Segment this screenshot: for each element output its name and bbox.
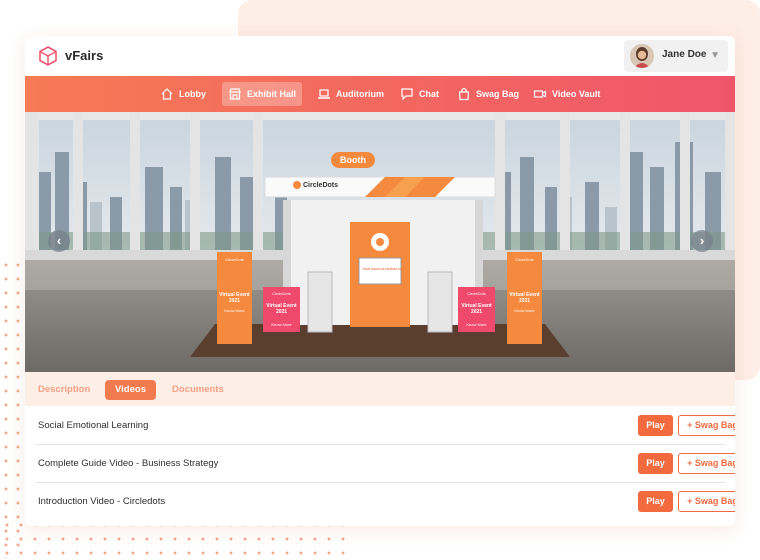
chevron-down-icon: ▼ (710, 50, 720, 61)
tab-videos[interactable]: Videos (105, 380, 156, 400)
home-icon (161, 88, 173, 100)
nav-label: Swag Bag (476, 89, 520, 99)
nav-chat[interactable]: Chat (400, 82, 439, 106)
add-to-swag-bag-button[interactable]: + Swag Bag (678, 491, 735, 512)
carousel-prev-arrow-icon[interactable]: ‹ (48, 230, 70, 252)
video-row: Social Emotional Learning Play + Swag Ba… (36, 407, 735, 445)
nav-exhibit-hall[interactable]: Exhibit Hall (222, 82, 303, 106)
banner-cta: Know More (466, 322, 487, 327)
add-to-swag-bag-button[interactable]: + Swag Bag (678, 415, 735, 436)
play-button[interactable]: Play (638, 491, 673, 512)
brand-name: vFairs (65, 48, 104, 63)
video-title: Social Emotional Learning (38, 420, 149, 431)
carousel-next-arrow-icon[interactable]: › (691, 230, 713, 252)
banner-title: Virtual Event 2021 (461, 303, 492, 315)
exhibit-hall-scene: Booth CircleDots Visit www.circledots.io… (25, 112, 735, 372)
banner-cta: Know More (224, 308, 245, 313)
avatar (630, 44, 654, 68)
booth-sign: Booth (331, 152, 375, 168)
nav-label: Chat (419, 89, 439, 99)
nav-label: Exhibit Hall (247, 89, 297, 99)
nav-label: Lobby (179, 89, 206, 99)
nav-label: Video Vault (552, 89, 601, 99)
video-icon (533, 90, 547, 98)
nav-label: Auditorium (336, 89, 384, 99)
banner-cta: Know More (514, 308, 535, 313)
add-to-swag-bag-button[interactable]: + Swag Bag (678, 453, 735, 474)
video-row: Complete Guide Video - Business Strategy… (36, 445, 735, 483)
banner-title: Virtual Event 2021 (509, 292, 540, 304)
video-row: Introduction Video - Circledots Play + S… (36, 483, 735, 521)
banner-logo: CircleDots (515, 257, 534, 262)
nav-swag-bag[interactable]: Swag Bag (457, 82, 519, 106)
company-logo-icon (293, 181, 301, 189)
nav-lobby[interactable]: Lobby (160, 82, 206, 106)
booth-scene-illustration (25, 112, 735, 372)
banner-title: Virtual Event 2021 (266, 303, 297, 315)
store-icon (229, 88, 241, 100)
banner-logo: CircleDots (467, 291, 486, 296)
play-button[interactable]: Play (638, 453, 673, 474)
user-name: Jane Doe (662, 49, 707, 60)
content-tabs: Description Videos Documents (25, 372, 735, 406)
app-window: vFairs Jane Doe ▼ Lobby Exhibit Hall Aud… (25, 36, 735, 526)
tab-documents[interactable]: Documents (172, 380, 224, 400)
chat-icon (401, 88, 413, 101)
play-button[interactable]: Play (638, 415, 673, 436)
decorative-dots-left (0, 258, 24, 558)
booth-screen-text: Visit www.circledots.io (362, 266, 402, 271)
tab-description[interactable]: Description (38, 380, 90, 400)
video-title: Complete Guide Video - Business Strategy (38, 458, 219, 469)
vfairs-logo-icon (38, 46, 58, 66)
laptop-icon (318, 89, 330, 99)
banner-title: Virtual Event 2021 (219, 292, 250, 304)
banner-cta: Know More (271, 322, 292, 327)
user-menu[interactable]: Jane Doe ▼ (624, 40, 728, 72)
banner-logo: CircleDots (272, 291, 291, 296)
bag-icon (458, 87, 470, 101)
nav-auditorium[interactable]: Auditorium (317, 82, 384, 106)
top-bar: vFairs Jane Doe ▼ (25, 36, 735, 76)
nav-video-vault[interactable]: Video Vault (533, 82, 600, 106)
main-nav: Lobby Exhibit Hall Auditorium Chat Swag … (25, 76, 735, 112)
booth-company-name: CircleDots (303, 182, 339, 189)
banner-logo: CircleDots (225, 257, 244, 262)
video-title: Introduction Video - Circledots (38, 496, 166, 507)
